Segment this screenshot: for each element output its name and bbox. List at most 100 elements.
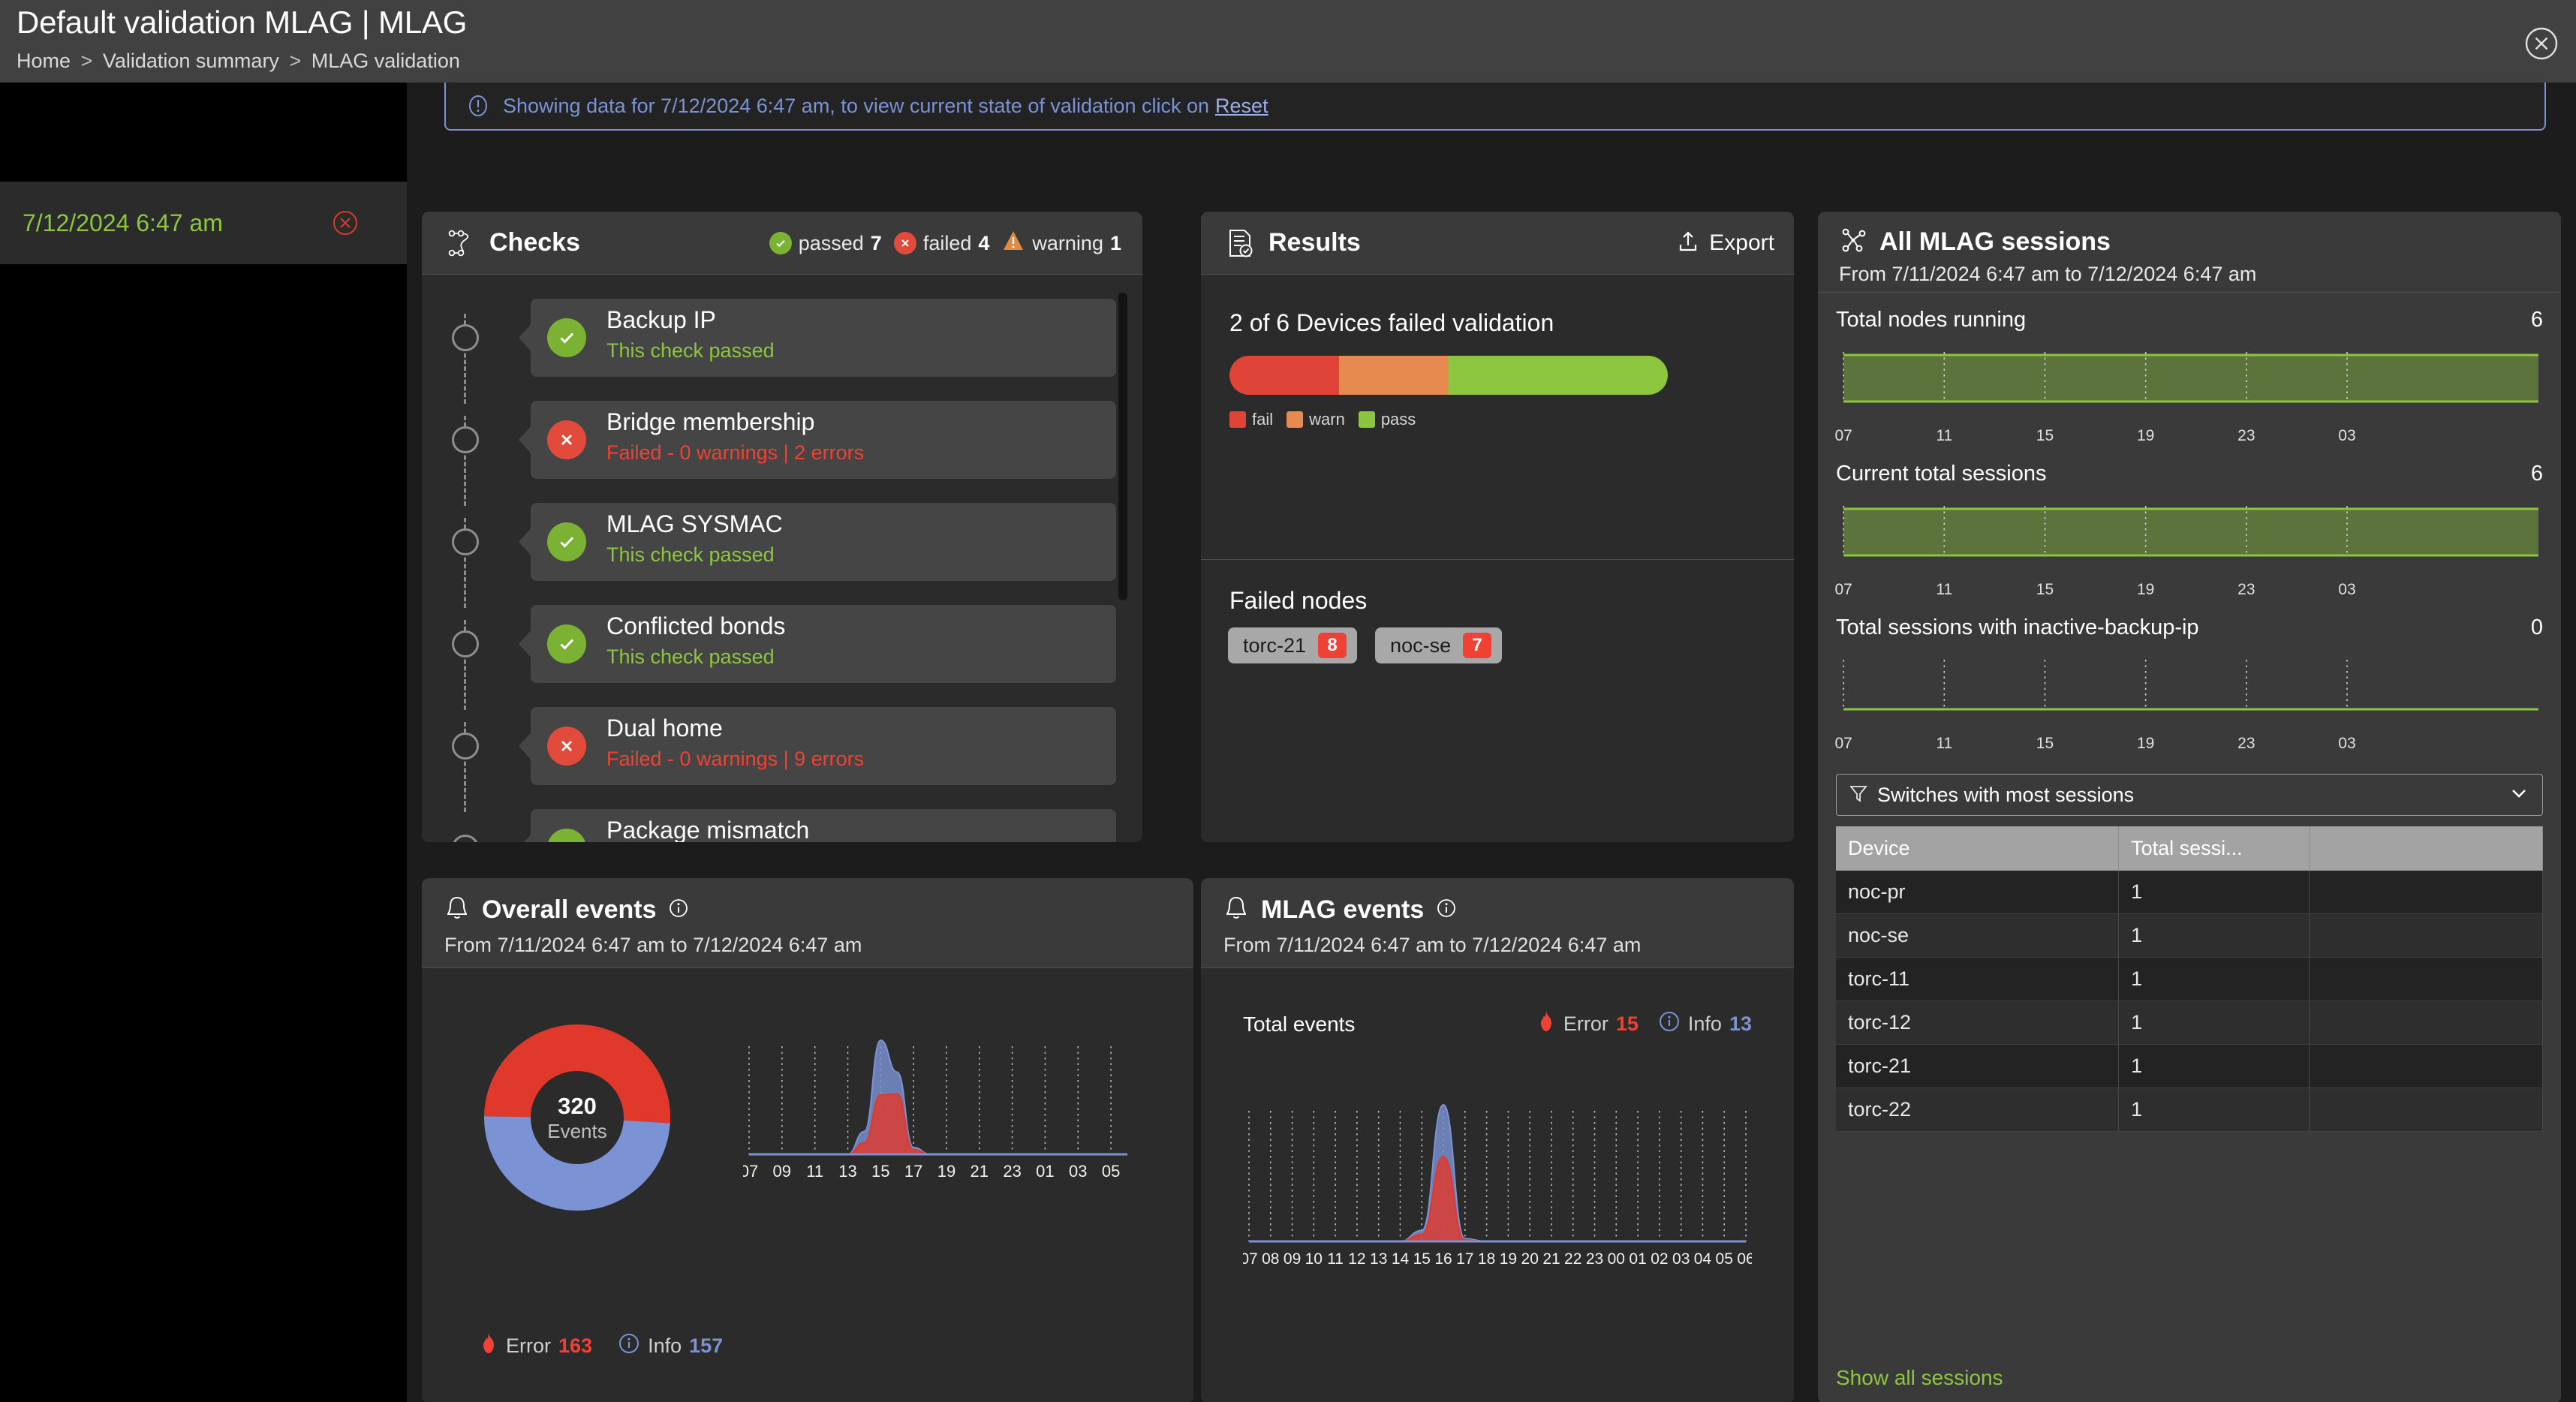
tick-label: 11 xyxy=(1936,735,1953,752)
check-detail: Failed - 0 warnings | 2 errors xyxy=(606,441,865,464)
bell-icon xyxy=(1223,895,1249,925)
session-metric: Total sessions with inactive-backup-ip 0 0… xyxy=(1834,615,2543,754)
timeline-node-dot[interactable] xyxy=(452,324,479,351)
overall-events-donut-chart: 320 Events xyxy=(484,1024,670,1211)
session-metric-value: 6 xyxy=(2530,462,2543,486)
check-fail-icon xyxy=(893,232,916,254)
chevron-down-icon xyxy=(2508,782,2530,808)
check-item[interactable]: Conflicted bonds This check passed xyxy=(422,599,1142,710)
table-row[interactable]: torc-22 1 xyxy=(1836,1088,2543,1132)
failed-node-count: 8 xyxy=(1318,633,1347,658)
results-summary-section: 2 of 6 Devices failed validation fail wa… xyxy=(1201,275,1794,560)
column-header-total-sessions[interactable]: Total sessi... xyxy=(2118,826,2310,871)
cell-blank xyxy=(2309,913,2543,958)
overall-events-title-row: Overall events xyxy=(444,895,689,925)
close-icon[interactable] xyxy=(2523,26,2559,62)
breadcrumb-validation-summary[interactable]: Validation summary xyxy=(103,50,279,72)
export-label: Export xyxy=(1709,230,1774,255)
check-item[interactable]: Dual home Failed - 0 warnings | 9 errors xyxy=(422,701,1142,812)
results-legend: fail warn pass xyxy=(1229,410,1416,429)
info-exclamation-icon xyxy=(465,93,491,119)
page-title: Default validation MLAG | MLAG xyxy=(17,5,468,40)
funnel-icon xyxy=(1849,784,1868,807)
timeline-node-dot[interactable] xyxy=(452,733,479,760)
left-rail: 7/12/2024 6:47 am xyxy=(0,83,407,1402)
legend-pass-label: pass xyxy=(1380,410,1416,429)
session-metric: Total nodes running 6 07 11 15 19 23 03 xyxy=(1834,308,2543,447)
overall-info-value: 157 xyxy=(689,1334,724,1357)
check-detail: This check passed xyxy=(606,339,775,362)
timeline-node-dot[interactable] xyxy=(452,835,479,842)
legend-pass-swatch xyxy=(1358,411,1375,428)
topology-icon xyxy=(444,227,477,260)
sessions-panel-header: All MLAG sessions From 7/11/2024 6:47 am… xyxy=(1818,212,2561,293)
checks-failed-count: failed 4 xyxy=(893,231,989,255)
checks-failed-label: failed xyxy=(922,231,972,254)
sessions-panel-body: Total nodes running 6 07 11 15 19 23 03 Current … xyxy=(1818,293,2561,1402)
check-item[interactable]: Bridge membership Failed - 0 warnings | 2… xyxy=(422,395,1142,506)
svg-text:08: 08 xyxy=(1262,1250,1279,1268)
legend-warn: warn xyxy=(1286,410,1345,429)
check-item[interactable]: Backup IP This check passed xyxy=(422,293,1142,404)
failed-nodes-chip-list: torc-21 8 noc-se 7 xyxy=(1228,627,1503,663)
session-metric-header: Total sessions with inactive-backup-ip 0 xyxy=(1836,615,2543,640)
check-detail: This check passed xyxy=(606,645,775,668)
info-icon[interactable] xyxy=(1436,898,1457,922)
mlag-events-panel: MLAG events From 7/11/2024 6:47 am to 7/… xyxy=(1201,878,1794,1402)
checks-list[interactable]: Backup IP This check passed Bridge members… xyxy=(422,275,1142,842)
checks-panel: Checks passed 7 failed 4 warning 1 Backu… xyxy=(422,212,1142,842)
checks-scrollbar[interactable] xyxy=(1118,293,1127,600)
svg-text:02: 02 xyxy=(1651,1250,1668,1268)
mlag-error-value: 15 xyxy=(1615,1012,1639,1035)
results-panel: Results Export 2 of 6 Devices failed val… xyxy=(1201,212,1794,842)
timestamp-chip[interactable]: 7/12/2024 6:47 am xyxy=(0,182,407,264)
upload-icon xyxy=(1676,230,1700,257)
svg-text:20: 20 xyxy=(1521,1250,1539,1268)
export-button[interactable]: Export xyxy=(1676,212,1774,275)
sessions-filter-dropdown[interactable]: Switches with most sessions xyxy=(1836,774,2543,816)
title-bar: Default validation MLAG | MLAG Home > Va… xyxy=(0,0,2576,83)
info-icon[interactable] xyxy=(668,898,689,922)
column-header-blank[interactable] xyxy=(2309,826,2543,871)
show-all-sessions-link[interactable]: Show all sessions xyxy=(1836,1366,2003,1390)
breadcrumb-home[interactable]: Home xyxy=(17,50,71,72)
tick-label: 15 xyxy=(2036,581,2054,598)
cell-device: noc-se xyxy=(1836,913,2120,958)
check-detail: Failed - 0 warnings | 9 errors xyxy=(606,748,865,770)
check-item[interactable]: MLAG SYSMAC This check passed xyxy=(422,497,1142,608)
cell-device: torc-11 xyxy=(1836,957,2120,1001)
donut-center-value: 320 xyxy=(558,1093,597,1119)
svg-text:21: 21 xyxy=(971,1162,989,1181)
checks-warning-value: 1 xyxy=(1109,231,1121,254)
stacked-bar-fail-segment xyxy=(1229,356,1339,395)
table-row[interactable]: torc-21 1 xyxy=(1836,1044,2543,1088)
column-header-device[interactable]: Device xyxy=(1836,826,2120,871)
timeline-node-dot[interactable] xyxy=(452,426,479,453)
svg-text:15: 15 xyxy=(871,1162,889,1181)
table-row[interactable]: torc-12 1 xyxy=(1836,1000,2543,1045)
breadcrumb-sep: > xyxy=(80,50,93,72)
tick-label: 19 xyxy=(2137,735,2155,752)
svg-text:17: 17 xyxy=(1456,1250,1473,1268)
svg-text:06: 06 xyxy=(1737,1250,1752,1268)
breadcrumb-mlag-validation[interactable]: MLAG validation xyxy=(311,50,460,72)
sessions-table-body: noc-pr 1 noc-se 1 torc-11 1 torc-12 1 torc-21 1 to… xyxy=(1836,871,2543,1132)
sessions-filter-label: Switches with most sessions xyxy=(1877,783,2135,806)
timestamp-chip-label: 7/12/2024 6:47 am xyxy=(23,209,223,236)
table-row[interactable]: torc-11 1 xyxy=(1836,957,2543,1001)
failed-node-chip[interactable]: noc-se 7 xyxy=(1375,627,1503,663)
clear-circle-icon[interactable] xyxy=(330,208,360,238)
table-row[interactable]: noc-pr 1 xyxy=(1836,871,2543,914)
table-row[interactable]: noc-se 1 xyxy=(1836,913,2543,958)
timeline-node-dot[interactable] xyxy=(452,528,479,555)
session-metric: Current total sessions 6 07 11 15 19 23 03 xyxy=(1834,462,2543,600)
checks-warning-count: warning 1 xyxy=(1001,230,1121,257)
svg-text:19: 19 xyxy=(1500,1250,1517,1268)
failed-node-chip[interactable]: torc-21 8 xyxy=(1228,627,1358,663)
failed-node-name: torc-21 xyxy=(1243,633,1307,657)
timeline-node-dot[interactable] xyxy=(452,630,479,657)
session-metric-header: Current total sessions 6 xyxy=(1836,462,2543,486)
check-item[interactable]: Package mismatchThis check passed xyxy=(422,803,1142,842)
check-name: MLAG SYSMAC xyxy=(606,510,783,537)
reset-link[interactable]: Reset xyxy=(1215,95,1268,118)
